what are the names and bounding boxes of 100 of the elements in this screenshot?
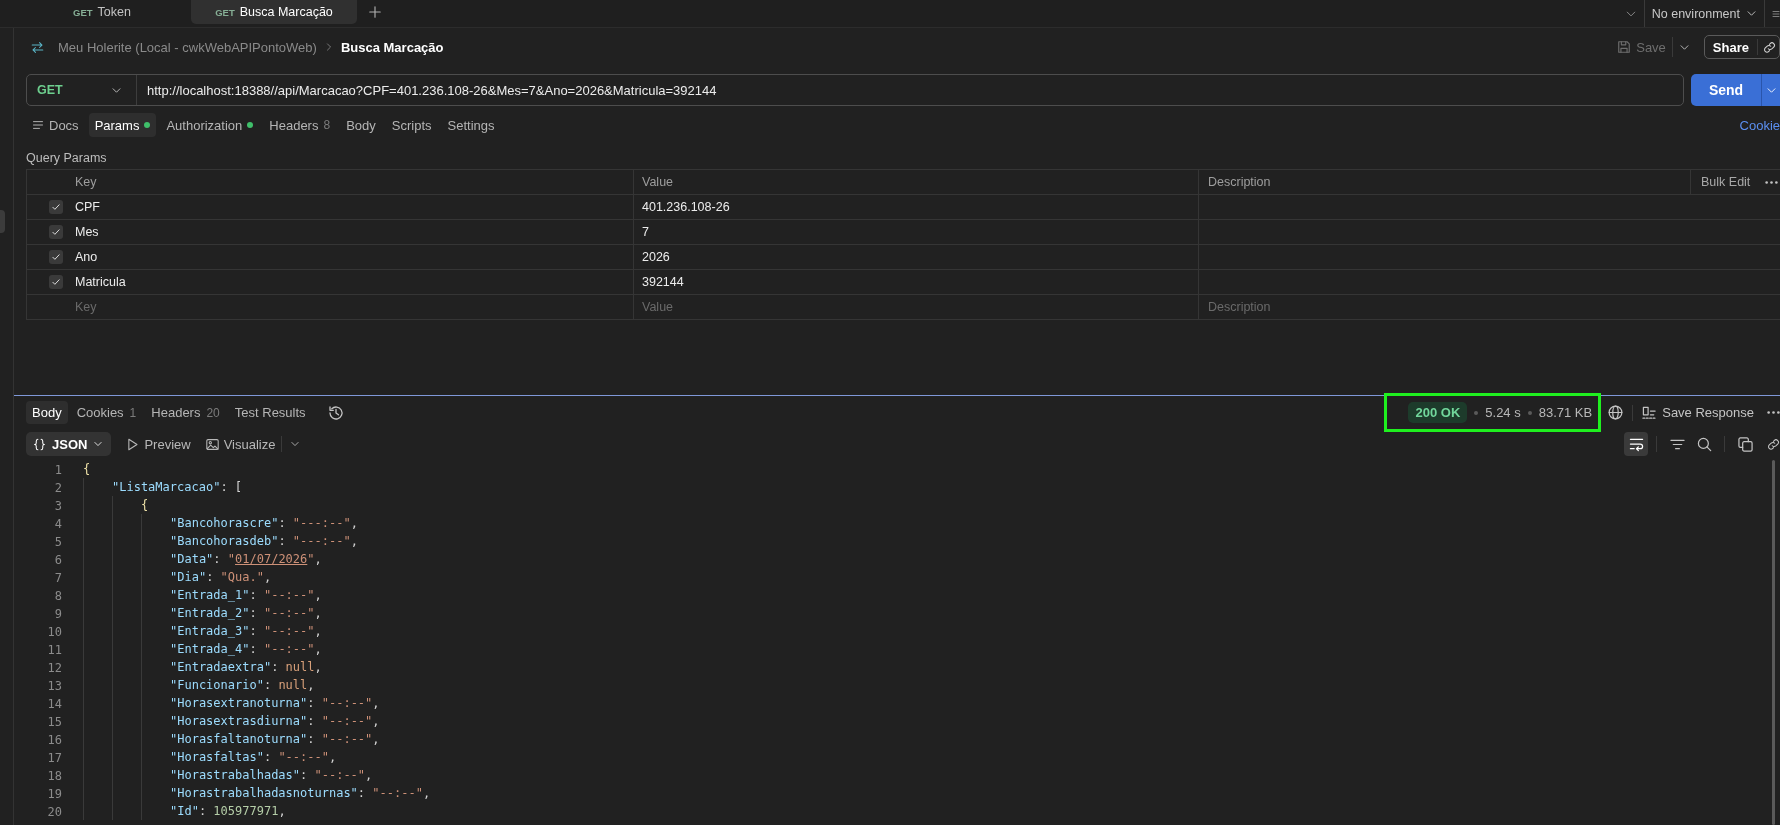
save-response-button[interactable]: Save Response xyxy=(1642,405,1754,420)
param-key: CPF xyxy=(75,200,100,214)
check-icon xyxy=(51,252,61,262)
separator-dot-icon xyxy=(1527,410,1532,415)
code-line: "Horasextranoturna": "--:--", xyxy=(170,696,380,710)
line-number: 7 xyxy=(54,570,62,585)
request-tab[interactable]: GET Token xyxy=(19,0,185,24)
column-header: Description xyxy=(1199,170,1691,194)
editor-tab[interactable]: Docs xyxy=(26,113,85,137)
breadcrumb-link[interactable]: Meu Holerite (Local - cwkWebAPIPontoWeb) xyxy=(58,39,317,55)
copy-icon[interactable] xyxy=(1738,436,1753,452)
editor-tab[interactable]: Params xyxy=(88,113,157,137)
column-header: Key xyxy=(27,170,634,194)
editor-tab[interactable]: Settings xyxy=(441,113,501,137)
code-line: "Id": 105977971, xyxy=(170,804,286,818)
line-number: 6 xyxy=(54,552,62,567)
method-dropdown[interactable]: GET xyxy=(27,75,137,105)
code-line: "Dia": "Qua.", xyxy=(170,570,272,584)
line-number: 12 xyxy=(47,660,62,675)
code-line: "Horasextrasdiurna": "--:--", xyxy=(170,714,380,728)
line-number: 5 xyxy=(54,534,62,549)
response-time: 5.24 s xyxy=(1485,405,1521,420)
response-tab[interactable]: Test Results xyxy=(228,401,312,424)
chevron-down-icon xyxy=(93,439,104,449)
chevron-down-icon[interactable] xyxy=(290,439,301,449)
editor-tab[interactable]: Scripts xyxy=(385,113,438,137)
share-button[interactable]: Share xyxy=(1704,39,1757,55)
code-line: "Entrada_4": "--:--", xyxy=(170,642,322,656)
search-icon[interactable] xyxy=(1697,436,1712,452)
code-line: "Entrada_1": "--:--", xyxy=(170,588,322,602)
line-number: 9 xyxy=(54,606,62,621)
url-field[interactable]: http://localhost:18388//api/Marcacao?CPF=401.236.108-26&Mes=7&Ano=2026&Matricula=392144 xyxy=(137,82,717,98)
line-number: 18 xyxy=(47,768,62,783)
lines-icon xyxy=(32,119,44,131)
line-number: 2 xyxy=(54,480,62,495)
code-line: "ListaMarcacao": [ xyxy=(112,480,243,494)
line-number: 8 xyxy=(54,588,62,603)
checkbox[interactable] xyxy=(49,225,63,239)
param-value: 2026 xyxy=(634,245,1199,269)
editor-tab[interactable]: Headers 8 xyxy=(263,113,337,137)
line-number: 4 xyxy=(54,516,62,531)
code-line: "Bancohorasdeb": "---:--", xyxy=(170,534,358,548)
line-number: 1 xyxy=(54,462,62,477)
param-key: Ano xyxy=(75,250,98,264)
status-badge: 200 OK xyxy=(1408,402,1468,423)
play-icon xyxy=(126,437,140,451)
response-tab[interactable]: Cookies 1 xyxy=(70,401,143,424)
column-header: Value xyxy=(634,170,1199,194)
code-line: "Entrada_2": "--:--", xyxy=(170,606,322,620)
checkbox[interactable] xyxy=(49,275,63,289)
code-line: "Horasfaltas": "--:--", xyxy=(170,750,337,764)
code-line: "Horastrabalhadasnoturnas": "--:--", xyxy=(170,786,431,800)
param-key: Matricula xyxy=(75,275,126,289)
line-number: 3 xyxy=(54,498,62,513)
save-icon xyxy=(1617,40,1632,54)
line-number: 19 xyxy=(47,786,62,801)
line-number: 16 xyxy=(47,732,62,747)
code-line: "Data": "01/07/2026", xyxy=(170,552,322,566)
bulk-edit-link[interactable]: Bulk Edit xyxy=(1701,175,1751,189)
swap-arrows-icon xyxy=(31,40,44,54)
send-button[interactable]: Send xyxy=(1691,74,1761,106)
checkbox[interactable] xyxy=(49,200,63,214)
editor-tab[interactable]: Authorization xyxy=(160,113,260,137)
scrollbar[interactable] xyxy=(1772,460,1775,825)
history-icon[interactable] xyxy=(327,404,344,421)
code-line: { xyxy=(83,462,91,476)
sidebar-handle[interactable] xyxy=(0,210,5,233)
chevron-down-icon xyxy=(1746,8,1757,19)
format-dropdown[interactable]: JSON xyxy=(26,432,112,456)
check-icon xyxy=(51,277,61,287)
param-value: 401.236.108-26 xyxy=(634,195,1199,219)
plus-icon xyxy=(368,5,382,19)
globe-icon[interactable] xyxy=(1608,405,1624,420)
wrap-lines-button[interactable] xyxy=(1624,432,1648,456)
checkbox[interactable] xyxy=(49,250,63,264)
code-line: "Horastrabalhadas": "--:--", xyxy=(170,768,373,782)
wrap-icon xyxy=(1628,436,1644,452)
response-tab[interactable]: Body xyxy=(26,401,68,424)
response-size: 83.71 KB xyxy=(1538,405,1593,420)
line-number: 14 xyxy=(47,696,62,711)
check-icon xyxy=(51,227,61,237)
text-sample-icon xyxy=(1642,405,1658,420)
environment-dropdown[interactable]: No environment xyxy=(1651,6,1757,21)
request-title: Busca Marcação xyxy=(340,39,444,55)
check-icon xyxy=(51,202,61,212)
param-value: 7 xyxy=(634,220,1199,244)
section-title: Query Params xyxy=(26,150,108,166)
cookies-link[interactable]: Cookie xyxy=(1739,117,1780,133)
link-icon[interactable] xyxy=(1767,437,1780,451)
separator-dot-icon xyxy=(1474,410,1479,415)
line-number: 17 xyxy=(47,750,62,765)
code-line: { xyxy=(141,498,149,512)
line-number: 15 xyxy=(47,714,62,729)
request-tab[interactable]: GET Busca Marcação xyxy=(191,0,357,24)
view-button[interactable]: Visualize xyxy=(205,436,276,452)
new-tab-button[interactable] xyxy=(367,4,383,20)
view-button[interactable]: Preview xyxy=(126,436,191,452)
editor-tab[interactable]: Body xyxy=(340,113,382,137)
response-tab[interactable]: Headers 20 xyxy=(145,401,226,424)
code-line: "Entradaextra": null, xyxy=(170,660,322,674)
